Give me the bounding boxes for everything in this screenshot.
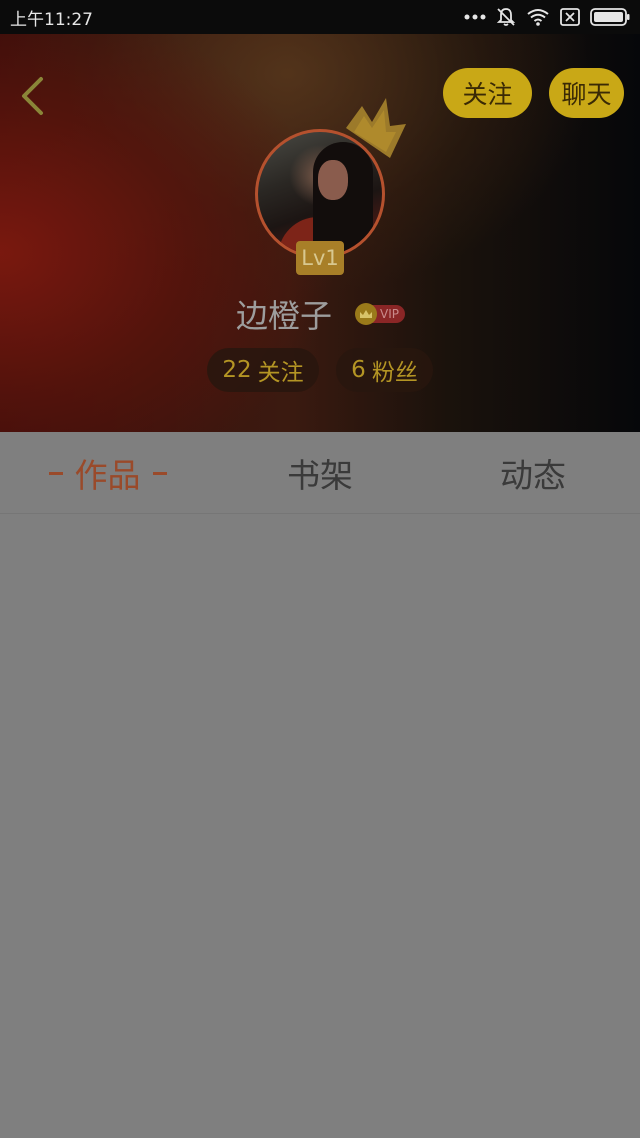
profile-screen: 上午11:27 关注 聊天 Lv1 边橙子 VIP 22 关注 6 粉丝 作品 … (0, 0, 640, 1138)
wifi-icon (527, 9, 549, 26)
follows-label: 关注 (257, 360, 304, 386)
status-time: 上午11:27 (10, 9, 93, 30)
fans-count: 6 (351, 357, 366, 383)
avatar[interactable] (255, 129, 385, 259)
tab-works-label: 作品 (74, 456, 141, 495)
avatar-wrapper (255, 129, 385, 259)
active-tab-dash-right (152, 471, 167, 475)
tab-content-area (0, 514, 640, 1138)
battery-icon (590, 8, 630, 26)
vip-badge: VIP (355, 302, 405, 326)
sim-off-icon (560, 8, 580, 26)
follows-count: 22 (222, 357, 252, 383)
back-button[interactable] (10, 74, 54, 118)
tab-works[interactable]: 作品 (20, 432, 195, 514)
tab-bookshelf[interactable]: 书架 (250, 432, 390, 514)
tab-activity[interactable]: 动态 (463, 432, 603, 514)
fans-label: 粉丝 (371, 360, 418, 386)
level-badge: Lv1 (296, 241, 344, 275)
follows-stat[interactable]: 22 关注 (207, 348, 319, 392)
fans-stat[interactable]: 6 粉丝 (336, 348, 433, 392)
bell-off-icon (496, 8, 516, 26)
username: 边橙子 (236, 297, 333, 335)
chat-button[interactable]: 聊天 (549, 68, 624, 118)
vip-crown-icon (355, 303, 377, 325)
more-dots-icon (464, 14, 486, 20)
profile-header: 关注 聊天 Lv1 边橙子 VIP 22 关注 6 粉丝 (0, 34, 640, 432)
follow-button[interactable]: 关注 (443, 68, 532, 118)
active-tab-dash-left (48, 471, 63, 475)
tab-bookshelf-label: 书架 (287, 456, 353, 495)
profile-tabs: 作品 书架 动态 (0, 432, 640, 514)
tab-activity-label: 动态 (500, 456, 566, 495)
chevron-left-icon (22, 77, 43, 115)
status-bar: 上午11:27 (0, 0, 640, 34)
status-icons (464, 7, 630, 27)
